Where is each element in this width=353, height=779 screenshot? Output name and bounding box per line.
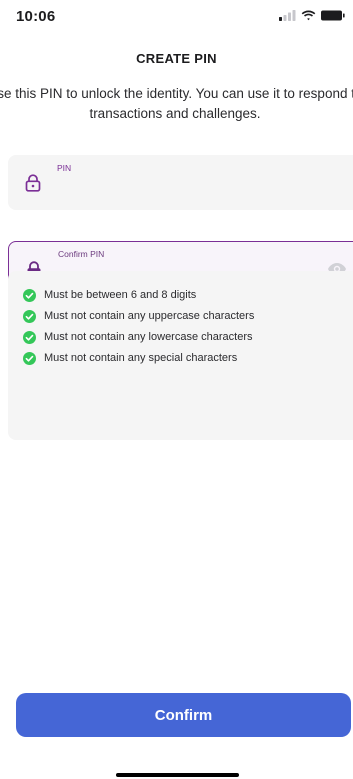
requirement-text: Must not contain any special characters bbox=[44, 352, 238, 364]
pin-requirements: Must be between 6 and 8 digits Must not … bbox=[8, 271, 353, 440]
pin-field[interactable]: PIN bbox=[8, 155, 353, 210]
lock-icon bbox=[25, 174, 41, 192]
battery-icon bbox=[321, 10, 345, 21]
page-description: Use this PIN to unlock the identity. You… bbox=[0, 86, 353, 121]
check-circle-icon bbox=[23, 309, 36, 323]
status-time: 10:06 bbox=[16, 8, 56, 25]
status-icons bbox=[279, 10, 345, 21]
cellular-signal-icon bbox=[279, 10, 296, 21]
requirement-text: Must not contain any uppercase character… bbox=[44, 310, 255, 322]
pin-requirements-list: Must be between 6 and 8 digits Must not … bbox=[23, 285, 254, 368]
check-circle-icon bbox=[23, 330, 36, 344]
confirm-button[interactable]: Confirm bbox=[16, 693, 351, 737]
wifi-icon bbox=[301, 10, 316, 21]
status-bar: 10:06 bbox=[0, 0, 353, 36]
check-circle-icon bbox=[23, 288, 36, 302]
pin-field-label: PIN bbox=[57, 163, 72, 173]
page-title: CREATE PIN bbox=[136, 51, 217, 66]
check-circle-icon bbox=[23, 351, 36, 365]
requirement-item: Must not contain any special characters bbox=[23, 348, 254, 368]
requirement-item: Must not contain any uppercase character… bbox=[23, 306, 254, 326]
requirement-text: Must be between 6 and 8 digits bbox=[44, 289, 197, 301]
requirement-text: Must not contain any lowercase character… bbox=[44, 331, 253, 343]
confirm-pin-field-label: Confirm PIN bbox=[58, 249, 105, 259]
home-indicator bbox=[116, 773, 239, 777]
requirement-item: Must not contain any lowercase character… bbox=[23, 327, 254, 347]
requirement-item: Must be between 6 and 8 digits bbox=[23, 285, 254, 305]
